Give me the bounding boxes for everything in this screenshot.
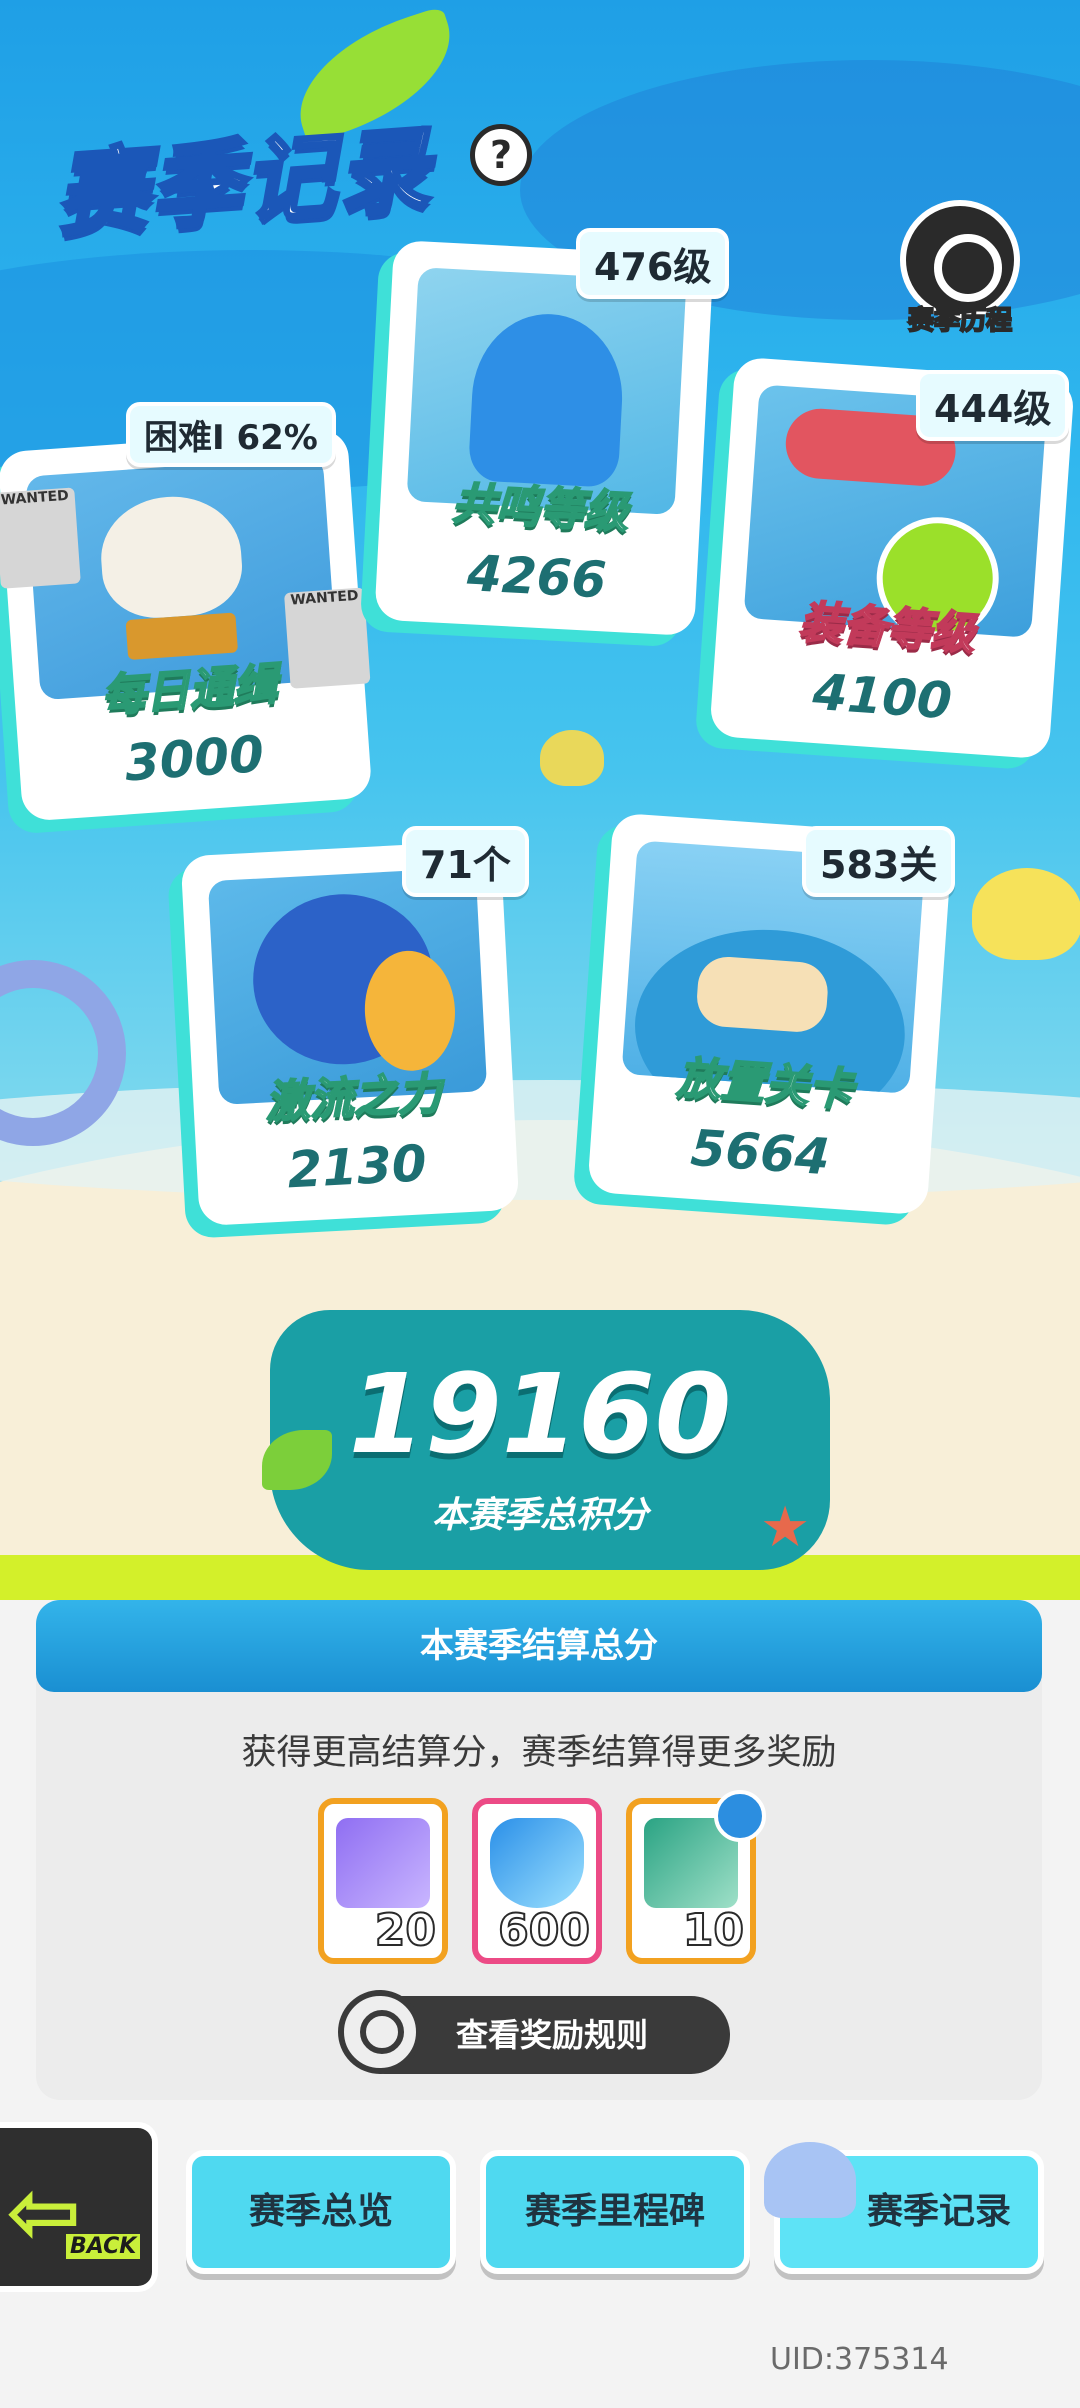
season-badge-icon [714, 1790, 766, 1842]
reward-item[interactable]: 600 [472, 1798, 602, 1964]
skull-icon [97, 492, 246, 622]
blue-diamond-icon [490, 1818, 584, 1908]
wanted-poster-icon: WANTED [0, 487, 81, 589]
settlement-panel: 本赛季结算总分 获得更高结算分，赛季结算得更多奖励 20 600 10 查看奖励… [36, 1600, 1042, 2100]
page-title: 赛季记录 [50, 114, 437, 251]
card-value: 5664 [688, 1118, 832, 1187]
back-label: BACK [66, 2234, 141, 2259]
tab-season-milestones[interactable]: 赛季里程碑 [480, 2150, 750, 2274]
back-button[interactable]: ⇦ BACK [0, 2122, 158, 2292]
view-reward-rules-label: 查看奖励规则 [456, 2016, 649, 2054]
reward-count: 10 [682, 1904, 745, 1957]
torrent-power-card[interactable]: 激流之力 2130 [180, 839, 520, 1227]
user-id: UID:375314 [770, 2342, 949, 2377]
rubber-duck-decoration [972, 868, 1080, 960]
island-icon [695, 954, 830, 1034]
level-tag: 476级 [576, 228, 730, 299]
resonance-level-card[interactable]: 共鸣等级 4266 [374, 239, 714, 637]
purple-ticket-icon [336, 1818, 430, 1908]
settlement-description: 获得更高结算分，赛季结算得更多奖励 [241, 1733, 837, 1773]
view-reward-rules-button[interactable]: 查看奖励规则 [338, 1990, 730, 2074]
tab-season-overview[interactable]: 赛季总览 [186, 2150, 456, 2274]
silhouette-icon [467, 310, 627, 488]
total-score-label: 本赛季总积分 [431, 1495, 648, 1536]
jellyfish-icon [764, 2142, 856, 2218]
settlement-title: 本赛季结算总分 [36, 1600, 1042, 1692]
card-value: 4266 [465, 544, 608, 610]
count-tag: 71个 [402, 826, 529, 897]
season-record-screen: 赛季记录 ? 赛季历程 WANTED WANTED 每日通缉 3000 困难Ⅰ … [0, 0, 1080, 2408]
reward-count: 600 [497, 1904, 591, 1957]
total-score-value: 19160 [348, 1350, 732, 1478]
card-value: 4100 [810, 662, 954, 731]
stage-tag: 583关 [802, 826, 956, 897]
card-value: 2130 [285, 1134, 429, 1200]
season-history-label: 赛季历程 [907, 305, 1013, 337]
help-button[interactable]: ? [470, 124, 532, 186]
magnifier-icon [338, 1990, 422, 2074]
daily-wanted-card[interactable]: WANTED WANTED 每日通缉 3000 [0, 428, 373, 822]
level-tag: 444级 [916, 370, 1070, 441]
card-value: 3000 [122, 724, 266, 793]
reward-count: 20 [374, 1904, 437, 1957]
season-history-button[interactable]: 赛季历程 [890, 200, 1030, 337]
rubber-duck-decoration [540, 730, 604, 786]
reward-item[interactable]: 20 [318, 1798, 448, 1964]
difficulty-tag: 困难Ⅰ 62% [126, 402, 336, 467]
